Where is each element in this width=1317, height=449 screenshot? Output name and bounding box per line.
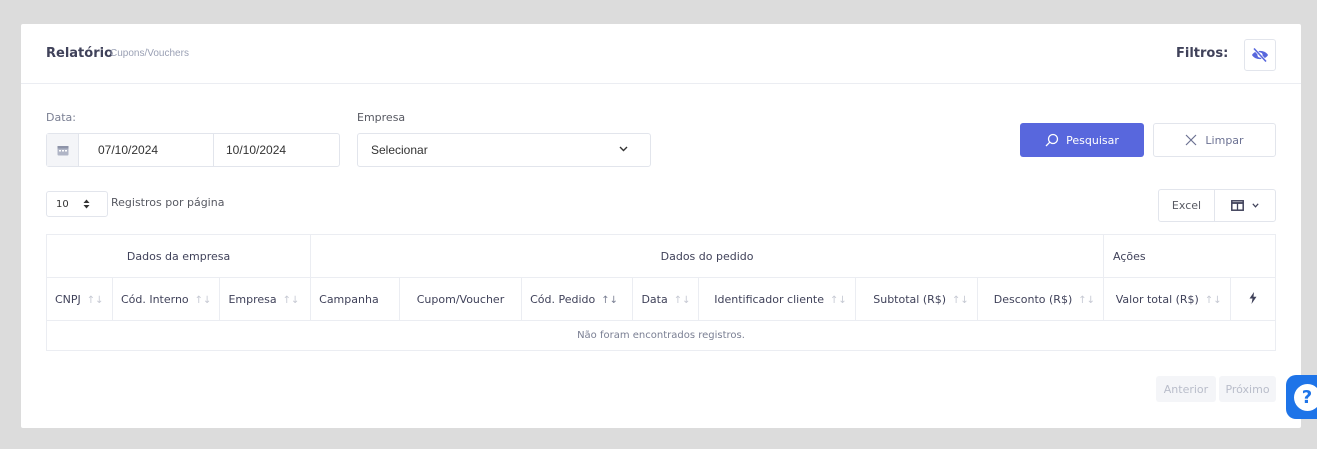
col-date[interactable]: Data ↑↓ <box>632 277 700 321</box>
col-order-code[interactable]: Cód. Pedido ↑↓ <box>521 277 634 321</box>
columns-icon <box>1231 200 1244 211</box>
date-to-input[interactable]: 10/10/2024 <box>214 134 286 166</box>
col-subtotal[interactable]: Subtotal (R$) ↑↓ <box>854 277 978 321</box>
per-page-value: 10 <box>56 198 69 210</box>
col-discount[interactable]: Desconto (R$) ↑↓ <box>976 277 1105 321</box>
date-range-picker[interactable]: 07/10/2024 10/10/2024 <box>46 133 340 167</box>
eye-slash-icon <box>1252 47 1268 63</box>
company-label: Empresa <box>357 111 406 124</box>
company-select-value: Selecionar <box>371 143 428 157</box>
calendar-icon[interactable] <box>47 134 79 166</box>
col-company[interactable]: Empresa ↑↓ <box>219 277 312 321</box>
export-group: Excel <box>1158 189 1276 222</box>
clear-button-label: Limpar <box>1205 133 1244 147</box>
next-page-button[interactable]: Próximo <box>1219 376 1276 402</box>
chevron-down-icon <box>1252 203 1259 208</box>
sort-icon: ↑↓ <box>1078 294 1095 306</box>
sort-icon: ↑↓ <box>86 294 104 306</box>
sort-icon: ↑↓ <box>282 294 300 306</box>
per-page-label: Registros por página <box>111 196 225 209</box>
sort-icon: ↑↓ <box>194 294 212 306</box>
page-title: Relatório <box>46 46 113 61</box>
group-company: Dados da empresa <box>45 234 312 278</box>
search-button[interactable]: Pesquisar <box>1020 123 1144 157</box>
col-total[interactable]: Valor total (R$) ↑↓ <box>1103 277 1231 321</box>
date-from-input[interactable]: 07/10/2024 <box>79 134 214 166</box>
per-page-select[interactable]: 10 <box>46 191 108 217</box>
sort-icon: ↑↓ <box>830 294 847 306</box>
help-button[interactable]: ? <box>1286 375 1317 419</box>
bolt-icon <box>1249 291 1257 304</box>
report-table: Dados da empresa Dados do pedido Ações C… <box>45 234 1277 351</box>
col-cnpj[interactable]: CNPJ ↑↓ <box>46 277 113 321</box>
company-select[interactable]: Selecionar <box>357 133 651 167</box>
clear-button[interactable]: Limpar <box>1153 123 1276 157</box>
toggle-filters-button[interactable] <box>1244 39 1276 71</box>
question-icon: ? <box>1293 383 1317 411</box>
page-subtitle: Cupons/Vouchers <box>110 48 189 59</box>
search-button-label: Pesquisar <box>1066 133 1119 147</box>
sort-icon: ↑↓ <box>673 294 691 306</box>
filters-label: Filtros: <box>1176 46 1229 61</box>
col-voucher: Cupom/Voucher <box>398 277 523 321</box>
close-icon <box>1185 134 1197 146</box>
report-card: Relatório Cupons/Vouchers Filtros: Data:… <box>21 24 1301 428</box>
sort-arrows-icon <box>83 199 90 209</box>
col-internal-code[interactable]: Cód. Interno ↑↓ <box>111 277 221 321</box>
col-campaign: Campanha <box>310 277 400 321</box>
group-order: Dados do pedido <box>310 234 1104 278</box>
card-header: Relatório Cupons/Vouchers Filtros: <box>21 24 1301 84</box>
excel-export-button[interactable]: Excel <box>1159 190 1215 221</box>
date-label: Data: <box>46 111 76 124</box>
sort-icon: ↑↓ <box>601 294 619 306</box>
prev-page-button[interactable]: Anterior <box>1156 376 1216 402</box>
column-visibility-button[interactable] <box>1215 190 1275 221</box>
sort-icon: ↑↓ <box>1204 294 1222 306</box>
group-actions: Ações <box>1103 234 1276 278</box>
empty-message: Não foram encontrados registros. <box>46 320 1276 351</box>
sort-icon: ↑↓ <box>952 294 969 306</box>
chevron-down-icon <box>619 146 628 152</box>
col-actions <box>1229 277 1277 321</box>
col-customer-id[interactable]: Identificador cliente ↑↓ <box>698 277 856 321</box>
search-icon <box>1045 133 1059 147</box>
